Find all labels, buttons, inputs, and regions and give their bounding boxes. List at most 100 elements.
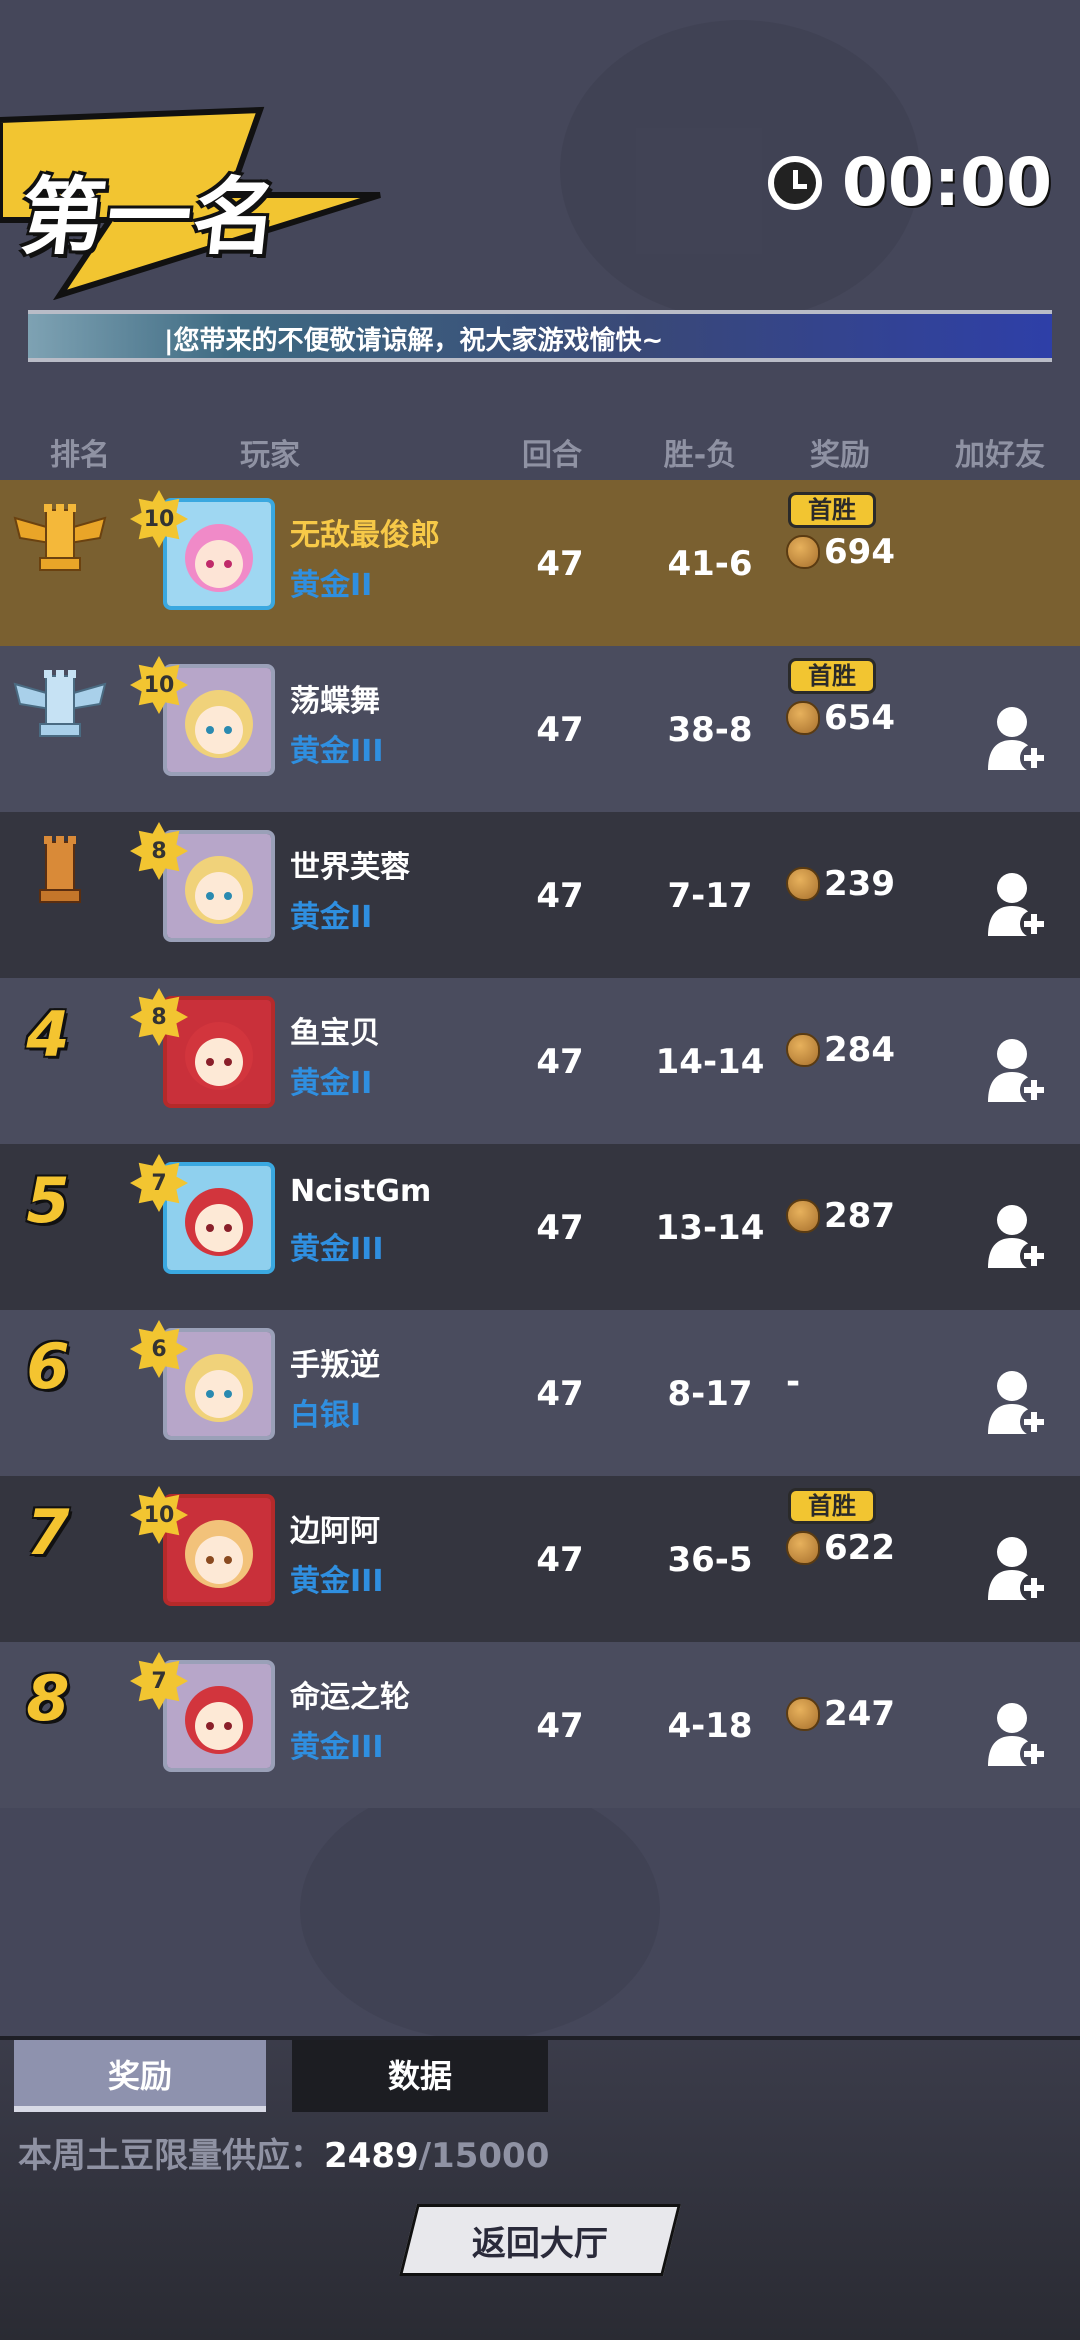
column-rounds: 回合 — [522, 438, 582, 473]
silver-winged-rook-icon — [13, 670, 107, 737]
add-friend-icon[interactable] — [986, 1700, 1050, 1770]
reward-value: 654 — [824, 698, 895, 738]
reward-value: 239 — [824, 864, 895, 904]
win-loss-value: 7-17 — [667, 876, 753, 916]
reward: 694 — [786, 532, 895, 572]
reward: 239 — [786, 864, 895, 904]
reward: 287 — [786, 1196, 895, 1236]
supply-total: /15000 — [418, 2136, 550, 2176]
rank-number: 7 — [26, 1496, 70, 1569]
potato-icon — [786, 1531, 820, 1565]
column-rank: 排名 — [50, 438, 110, 473]
back-to-lobby-button[interactable]: 返回大厅 — [399, 2204, 681, 2276]
table-row[interactable]: 10 无敌最俊郎 黄金II 47 41-6 首胜 694 — [0, 480, 1080, 646]
table-header: 排名 玩家 回合 胜-负 奖励 加好友 — [0, 430, 1080, 480]
table-row[interactable]: 5 7 NcistGm 黄金III 47 13-14 287 — [0, 1144, 1080, 1310]
player-tier: 黄金II — [290, 568, 373, 603]
player-name: 鱼宝贝 — [290, 1016, 380, 1051]
rank-number: 5 — [26, 1164, 70, 1237]
gold-winged-rook-icon — [13, 504, 107, 571]
reward: - — [786, 1362, 800, 1402]
rounds-value: 47 — [536, 1540, 584, 1580]
first-win-badge: 首胜 — [788, 658, 876, 694]
add-friend-icon[interactable] — [986, 1036, 1050, 1106]
reward-value: 622 — [824, 1528, 895, 1568]
table-row[interactable]: 10 荡蝶舞 黄金III 47 38-8 首胜 654 — [0, 646, 1080, 812]
rounds-value: 47 — [536, 1042, 584, 1082]
rank-number: 4 — [26, 998, 70, 1071]
bronze-rook-icon — [39, 836, 81, 903]
reward: 247 — [786, 1694, 895, 1734]
rank-number: 6 — [26, 1330, 70, 1403]
supply-current: 2489 — [324, 2136, 419, 2176]
rounds-value: 47 — [536, 710, 584, 750]
player-tier: 黄金II — [290, 1066, 373, 1101]
announcement-ticker: |您带来的不便敬请谅解，祝大家游戏愉快~ — [28, 310, 1052, 362]
potato-icon — [786, 701, 820, 735]
win-loss-value: 41-6 — [667, 544, 753, 584]
player-tier: 黄金III — [290, 734, 384, 769]
table-row[interactable]: 6 6 手叛逆 白银I 47 8-17 - — [0, 1310, 1080, 1476]
tab-data[interactable]: 数据 — [292, 2040, 548, 2112]
player-name: 无敌最俊郎 — [290, 518, 440, 553]
reward: 654 — [786, 698, 895, 738]
player-tier: 白银I — [290, 1398, 362, 1433]
player-name: 世界芙蓉 — [290, 850, 410, 885]
potato-icon — [786, 1697, 820, 1731]
add-friend-icon[interactable] — [986, 704, 1050, 774]
first-win-badge: 首胜 — [788, 1488, 876, 1524]
column-player: 玩家 — [240, 438, 300, 473]
first-win-badge: 首胜 — [788, 492, 876, 528]
player-name: NcistGm — [290, 1174, 432, 1209]
rounds-value: 47 — [536, 876, 584, 916]
tab-reward[interactable]: 奖励 — [14, 2040, 266, 2112]
add-friend-icon[interactable] — [986, 1202, 1050, 1272]
win-loss-value: 13-14 — [655, 1208, 765, 1248]
win-loss-value: 4-18 — [667, 1706, 753, 1746]
clock-icon — [767, 155, 822, 210]
reward-value: 247 — [824, 1694, 895, 1734]
rounds-value: 47 — [536, 544, 584, 584]
potato-icon — [786, 867, 820, 901]
player-name: 手叛逆 — [290, 1348, 380, 1383]
player-tier: 黄金III — [290, 1232, 384, 1267]
add-friend-icon[interactable] — [986, 870, 1050, 940]
potato-icon — [786, 535, 820, 569]
potato-icon — [786, 1199, 820, 1233]
ticker-text: |您带来的不便敬请谅解，祝大家游戏愉快~ — [164, 326, 664, 356]
player-tier: 黄金III — [290, 1730, 384, 1765]
win-loss-value: 38-8 — [667, 710, 753, 750]
rounds-value: 47 — [536, 1208, 584, 1248]
player-name: 荡蝶舞 — [290, 684, 380, 719]
reward-value: - — [786, 1362, 801, 1402]
column-reward: 奖励 — [810, 438, 870, 473]
table-row[interactable]: 7 10 边阿阿 黄金III 47 36-5 首胜 622 — [0, 1476, 1080, 1642]
add-friend-icon[interactable] — [986, 1534, 1050, 1604]
timer: 00:00 — [767, 144, 1052, 221]
reward: 284 — [786, 1030, 895, 1070]
win-loss-value: 8-17 — [667, 1374, 753, 1414]
background-decoration — [300, 1780, 660, 2040]
reward-value: 284 — [824, 1030, 895, 1070]
reward-value: 287 — [824, 1196, 895, 1236]
rounds-value: 47 — [536, 1706, 584, 1746]
win-loss-value: 36-5 — [667, 1540, 753, 1580]
rank-title: 第一名 — [16, 168, 285, 266]
column-win-loss: 胜-负 — [663, 438, 737, 473]
supply-label: 本周土豆限量供应： — [18, 2136, 324, 2176]
weekly-supply: 本周土豆限量供应：2489/15000 — [18, 2128, 549, 2177]
timer-text: 00:00 — [841, 144, 1052, 221]
table-row[interactable]: 4 8 鱼宝贝 黄金II 47 14-14 284 — [0, 978, 1080, 1144]
back-to-lobby-label: 返回大厅 — [472, 2223, 608, 2264]
table-row[interactable]: 8 世界芙蓉 黄金II 47 7-17 239 — [0, 812, 1080, 978]
table-row[interactable]: 8 7 命运之轮 黄金III 47 4-18 247 — [0, 1642, 1080, 1808]
potato-icon — [786, 1033, 820, 1067]
rank-number: 8 — [26, 1662, 70, 1735]
add-friend-icon[interactable] — [986, 1368, 1050, 1438]
player-name: 命运之轮 — [290, 1680, 410, 1715]
player-tier: 黄金III — [290, 1564, 384, 1599]
rounds-value: 47 — [536, 1374, 584, 1414]
player-tier: 黄金II — [290, 900, 373, 935]
player-name: 边阿阿 — [290, 1514, 380, 1549]
reward-value: 694 — [824, 532, 895, 572]
